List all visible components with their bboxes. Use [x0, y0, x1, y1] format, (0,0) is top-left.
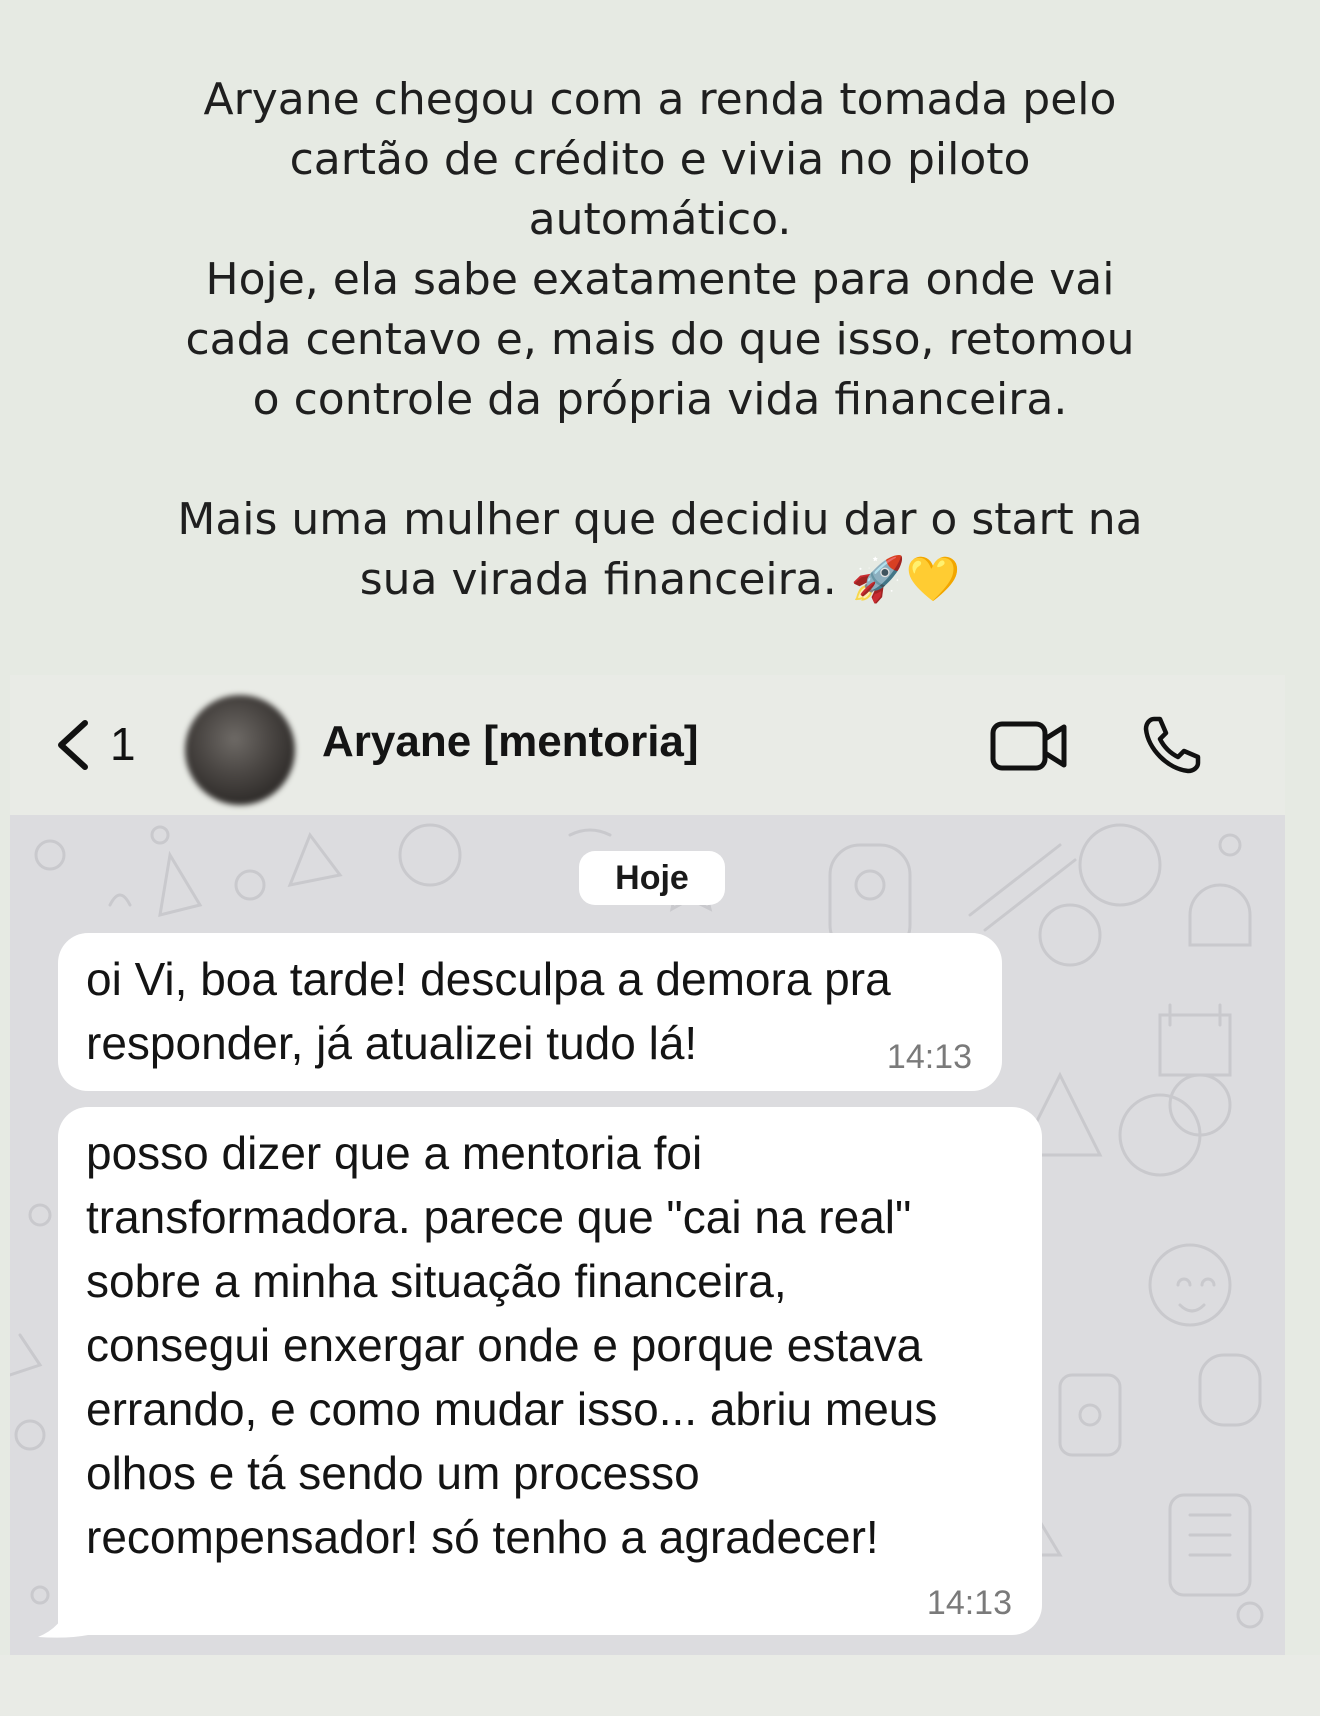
message-text: posso dizer que a mentoria foi transform… [86, 1127, 938, 1563]
video-camera-icon[interactable] [990, 719, 1070, 773]
caption-line: Mais uma mulher que decidiu dar o start … [177, 494, 1143, 545]
chevron-left-icon[interactable] [45, 715, 105, 775]
contact-name[interactable]: Aryane [mentoria] [322, 717, 699, 767]
message-time: 14:13 [926, 1584, 1012, 1622]
avatar[interactable] [185, 695, 295, 805]
caption-text: Aryane chegou com a renda tomada pelo ca… [0, 70, 1320, 610]
phone-icon[interactable] [1140, 713, 1204, 777]
message-bubble[interactable]: posso dizer que a mentoria foi transform… [58, 1107, 1042, 1635]
caption-line: Hoje, ela sabe exatamente para onde vai [205, 254, 1115, 305]
chat-header: 1 Aryane [mentoria] [10, 675, 1285, 815]
caption-line: o controle da própria vida financeira. [252, 374, 1068, 425]
caption-line: automático. [528, 194, 792, 245]
back-unread-count[interactable]: 1 [110, 717, 136, 771]
chat-area[interactable]: Hoje oi Vi, boa tarde! desculpa a demora… [10, 815, 1285, 1655]
bubble-tail [38, 1605, 88, 1638]
bottom-bar [0, 1655, 1320, 1716]
caption-paragraph-1: Aryane chegou com a renda tomada pelo ca… [0, 70, 1320, 430]
caption-paragraph-2: Mais uma mulher que decidiu dar o start … [0, 490, 1320, 610]
message-text: oi Vi, boa tarde! desculpa a demora pra … [86, 953, 891, 1069]
caption-line: Aryane chegou com a renda tomada pelo [203, 74, 1117, 125]
message-time: 14:13 [886, 1038, 972, 1076]
caption-line: cartão de crédito e vivia no piloto [289, 134, 1031, 185]
caption-line: cada centavo e, mais do que isso, retomo… [185, 314, 1135, 365]
date-separator: Hoje [579, 851, 725, 905]
message-bubble[interactable]: oi Vi, boa tarde! desculpa a demora pra … [58, 933, 1002, 1091]
caption-line: sua virada financeira. 🚀💛 [359, 554, 961, 605]
